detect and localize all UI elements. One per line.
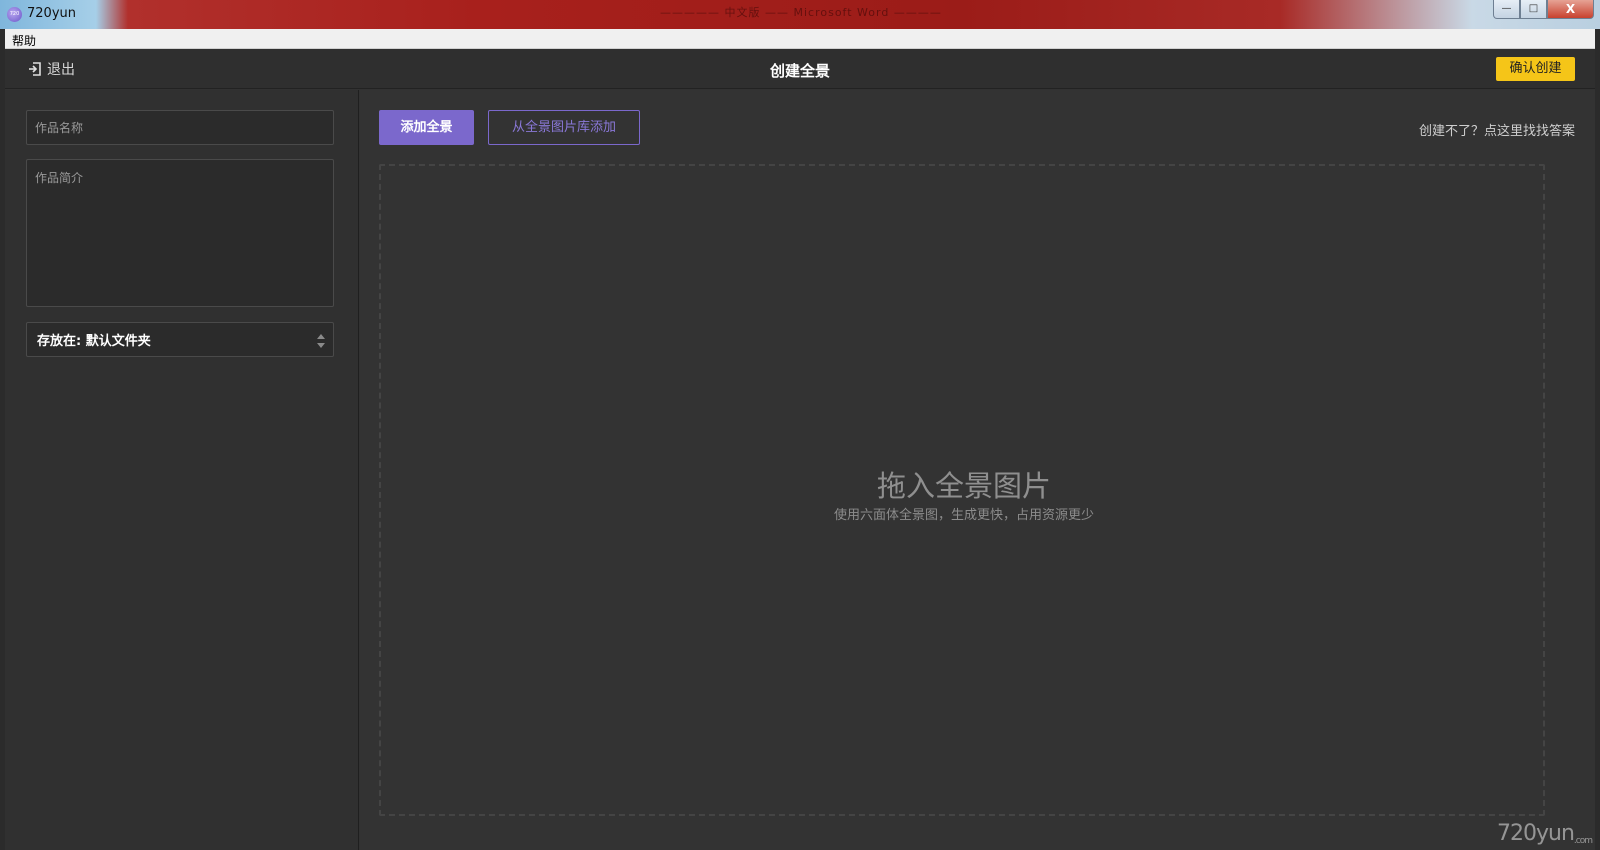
app-logo-icon: 720 bbox=[7, 7, 22, 22]
watermark-logo: 720yun.com bbox=[1497, 821, 1593, 846]
menu-bar: 帮助 bbox=[5, 29, 1595, 49]
window-titlebar: 720 720yun ————— 中文版 —— Microsoft Word —… bbox=[0, 0, 1600, 29]
background-window-title: ————— 中文版 —— Microsoft Word ———— bbox=[660, 6, 942, 19]
app-window: 退出 创建全景 确认创建 存放在: 默认文件夹 添加全景 从全景图片库添加 创建… bbox=[5, 49, 1595, 850]
drop-zone-subtitle: 使用六面体全景图，生成更快，占用资源更少 bbox=[833, 508, 1094, 523]
main-panel: 添加全景 从全景图片库添加 创建不了？点这里找找答案 拖入全景图片 使用六面体全… bbox=[360, 90, 1595, 850]
help-link[interactable]: 创建不了？点这里找找答案 bbox=[1419, 120, 1575, 139]
folder-select-label: 存放在: 默认文件夹 bbox=[37, 334, 151, 349]
select-arrows-icon bbox=[317, 334, 325, 348]
page-title: 创建全景 bbox=[769, 62, 830, 80]
watermark-suffix: .com bbox=[1573, 836, 1593, 846]
drop-zone[interactable]: 拖入全景图片 使用六面体全景图，生成更快，占用资源更少 bbox=[379, 164, 1545, 816]
watermark-text: 720yun bbox=[1497, 821, 1575, 846]
add-from-library-button[interactable]: 从全景图片库添加 bbox=[488, 110, 640, 145]
sidebar: 存放在: 默认文件夹 bbox=[5, 90, 359, 850]
folder-select[interactable]: 存放在: 默认文件夹 bbox=[26, 322, 334, 357]
window-controls: — □ X bbox=[1493, 0, 1594, 20]
menu-item-help[interactable]: 帮助 bbox=[12, 32, 36, 49]
header-bar: 退出 创建全景 确认创建 bbox=[5, 49, 1595, 89]
maximize-button[interactable]: □ bbox=[1520, 0, 1547, 19]
drop-zone-title: 拖入全景图片 bbox=[876, 469, 1051, 503]
work-name-input[interactable] bbox=[26, 110, 334, 145]
work-description-textarea[interactable] bbox=[26, 159, 334, 307]
confirm-create-button[interactable]: 确认创建 bbox=[1496, 57, 1575, 81]
window-title: 720yun bbox=[27, 6, 76, 21]
minimize-button[interactable]: — bbox=[1493, 0, 1520, 19]
add-panorama-button[interactable]: 添加全景 bbox=[379, 110, 474, 145]
close-button[interactable]: X bbox=[1547, 0, 1594, 19]
